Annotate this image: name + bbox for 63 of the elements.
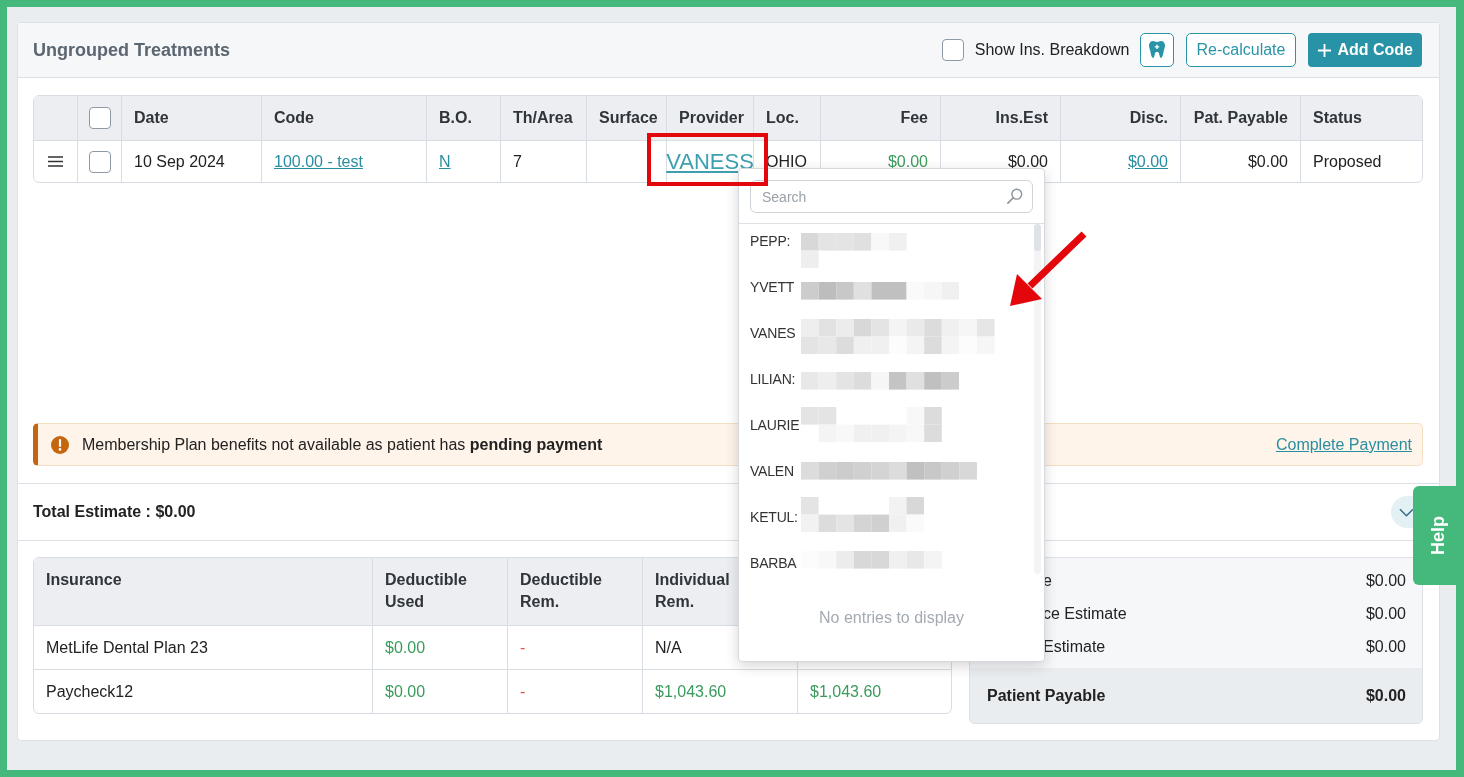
table-cell: 7 xyxy=(501,141,587,182)
summary-total-label: Patient Payable xyxy=(987,685,1106,706)
dropdown-option[interactable]: KETUL: xyxy=(750,508,798,526)
table-cell: Paycheck12 xyxy=(34,670,373,713)
scrollbar[interactable] xyxy=(1034,224,1041,574)
search-field[interactable]: Search xyxy=(750,180,1033,213)
checkbox-label: Show Ins. Breakdown xyxy=(974,40,1130,60)
column-header: Fee xyxy=(821,96,941,140)
panel-title: Ungrouped Treatments xyxy=(33,38,231,62)
summary-value: $0.00 xyxy=(1365,603,1406,624)
tooth-icon xyxy=(1148,41,1165,59)
recalculate-button[interactable]: Re-calculate xyxy=(1185,33,1297,67)
column-header: Insurance xyxy=(34,558,373,625)
dropdown-option[interactable]: LAURIE xyxy=(750,416,800,434)
alert-message: Membership Plan benefits not available as patient has pending payment xyxy=(82,434,603,455)
total-estimate: Total Estimate : $0.00 xyxy=(33,502,196,522)
dropdown-option[interactable]: PEPP: xyxy=(750,232,791,250)
table-cell: $1,043.60 xyxy=(643,670,798,713)
table-cell: MetLife Dental Plan 23 xyxy=(34,626,373,669)
dropdown-option[interactable]: VANES xyxy=(750,324,796,342)
cell-link[interactable]: $0.00 xyxy=(1127,149,1168,174)
column-header: Provider xyxy=(667,96,754,140)
dropdown-option[interactable]: YVETT xyxy=(750,278,795,296)
drag-handle-icon[interactable] xyxy=(48,156,63,167)
column-header: Deductible Used xyxy=(373,558,508,625)
summary-total-value: $0.00 xyxy=(1365,685,1406,706)
table-cell: $0.00 xyxy=(1181,141,1301,182)
plus-icon xyxy=(1317,42,1333,58)
column-header: Surface xyxy=(587,96,667,140)
column-header: Status xyxy=(1312,108,1363,128)
summary-value: $0.00 xyxy=(1365,636,1406,657)
tooth-button[interactable] xyxy=(1139,33,1174,67)
column-header: Deductible Rem. xyxy=(508,558,643,625)
dropdown-option[interactable]: LILIAN: xyxy=(750,370,796,388)
table-cell: 10 Sep 2024 xyxy=(122,141,262,182)
table-cell: - xyxy=(508,670,643,713)
column-header: Date xyxy=(122,96,262,140)
column-header: Loc. xyxy=(754,96,821,140)
cell-link[interactable]: N xyxy=(439,149,451,174)
cell-link[interactable]: 100.00 - test xyxy=(274,149,363,174)
summary-value: $0.00 xyxy=(1365,570,1406,591)
column-header: Th/Area xyxy=(501,96,587,140)
warning-icon xyxy=(51,435,69,454)
column-header: Disc. xyxy=(1061,96,1181,140)
search-icon xyxy=(1007,188,1023,204)
table-cell-text: $1,043.60 xyxy=(809,681,883,702)
add-code-button[interactable]: Add Code xyxy=(1308,33,1422,67)
column-header: B.O. xyxy=(427,96,501,140)
expand-button[interactable] xyxy=(1391,496,1413,528)
table-cell: - xyxy=(508,626,643,669)
table-cell: $0.00 xyxy=(373,626,508,669)
dropdown-option[interactable]: VALEN xyxy=(750,462,794,480)
empty-message: No entries to display xyxy=(819,608,964,628)
column-header: Code xyxy=(262,96,427,140)
table-cell: $0.00 xyxy=(373,670,508,713)
column-header: Ins.Est xyxy=(941,96,1061,140)
checkbox[interactable] xyxy=(88,150,111,173)
complete-payment-link[interactable]: Complete Payment xyxy=(1275,432,1412,457)
chevron-down-icon xyxy=(1399,507,1413,517)
table-cell-text: Proposed xyxy=(1312,151,1383,172)
checkbox[interactable] xyxy=(88,107,111,129)
column-header: Pat. Payable xyxy=(1181,96,1301,140)
checkbox[interactable] xyxy=(941,39,964,61)
